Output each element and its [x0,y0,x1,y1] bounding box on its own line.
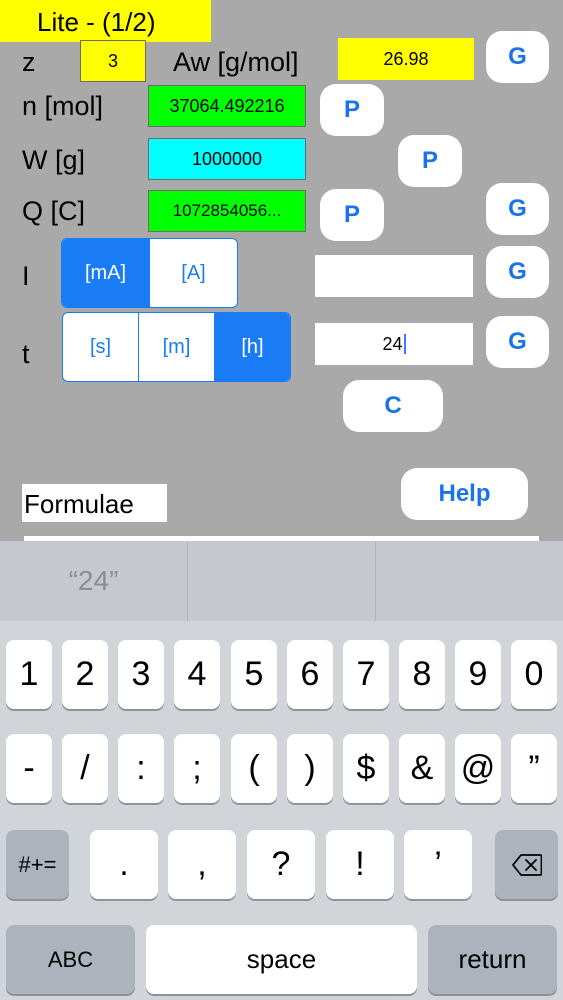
aw-field[interactable]: 26.98 [338,38,474,80]
key-apostrophe[interactable]: ’ [404,830,472,899]
z-label: z [22,47,36,77]
key-period[interactable]: . [90,830,158,899]
i-label: I [22,261,30,291]
key-0[interactable]: 0 [511,640,557,709]
n-paste-button[interactable]: P [320,84,384,136]
unit-ma-segment[interactable]: [mA] [62,239,150,307]
key-5[interactable]: 5 [231,640,277,709]
return-key[interactable]: return [428,925,557,994]
w-paste-button[interactable]: P [398,135,462,187]
n-label: n [mol] [22,91,104,121]
suggestion-item[interactable]: “24” [0,541,188,621]
suggestion-item[interactable] [376,541,563,621]
calculator-screen: Lite - (1/2) z 3 Aw [g/mol] 26.98 G n [m… [0,0,563,541]
key-9[interactable]: 9 [455,640,501,709]
backspace-key[interactable] [495,830,558,899]
key-7[interactable]: 7 [343,640,389,709]
page-title: Lite - (1/2) [0,0,211,42]
key-slash[interactable]: / [62,734,108,803]
t-label: t [22,339,30,369]
key-1[interactable]: 1 [6,640,52,709]
key-close-paren[interactable]: ) [287,734,333,803]
i-field[interactable] [315,255,473,297]
key-ampersand[interactable]: & [399,734,445,803]
keyboard: “24” 1 2 3 4 5 6 7 8 9 0 - / : ; ( ) $ &… [0,541,563,1000]
w-field[interactable]: 1000000 [148,138,306,180]
key-exclamation[interactable]: ! [326,830,394,899]
key-at[interactable]: @ [455,734,501,803]
backspace-icon [511,853,542,876]
time-unit-selector: [s] [m] [h] [62,312,291,382]
space-key[interactable]: space [146,925,417,994]
key-dollar[interactable]: $ [343,734,389,803]
key-6[interactable]: 6 [287,640,333,709]
key-8[interactable]: 8 [399,640,445,709]
key-open-paren[interactable]: ( [231,734,277,803]
text-cursor [403,334,406,354]
t-field[interactable]: 24 [315,323,473,365]
key-3[interactable]: 3 [118,640,164,709]
aw-get-button[interactable]: G [486,31,549,83]
key-minus[interactable]: - [6,734,52,803]
key-quote[interactable]: ” [511,734,557,803]
z-field[interactable]: 3 [80,40,146,82]
suggestion-bar: “24” [0,541,563,621]
key-4[interactable]: 4 [174,640,220,709]
abc-key[interactable]: ABC [6,925,135,994]
i-get-button[interactable]: G [486,246,549,298]
n-field[interactable]: 37064.492216 [148,85,306,127]
q-paste-button[interactable]: P [320,189,384,241]
formulae-label[interactable]: Formulae [22,484,167,522]
symbols-key[interactable]: #+= [6,830,69,899]
unit-m-segment[interactable]: [m] [139,313,215,381]
key-comma[interactable]: , [168,830,236,899]
current-unit-selector: [mA] [A] [61,238,238,308]
key-2[interactable]: 2 [62,640,108,709]
key-question[interactable]: ? [247,830,315,899]
unit-h-segment[interactable]: [h] [215,313,290,381]
key-semicolon[interactable]: ; [174,734,220,803]
t-get-button[interactable]: G [486,316,549,368]
clear-button[interactable]: C [343,380,443,432]
w-label: W [g] [22,145,86,175]
q-field[interactable]: 1072854056... [148,190,306,232]
unit-a-segment[interactable]: [A] [150,239,237,307]
t-field-value: 24 [382,333,403,354]
key-colon[interactable]: : [118,734,164,803]
q-label: Q [C] [22,196,86,226]
q-get-button[interactable]: G [486,183,549,235]
aw-label: Aw [g/mol] [173,47,299,77]
help-button[interactable]: Help [401,468,528,520]
suggestion-item[interactable] [188,541,376,621]
unit-s-segment[interactable]: [s] [63,313,139,381]
